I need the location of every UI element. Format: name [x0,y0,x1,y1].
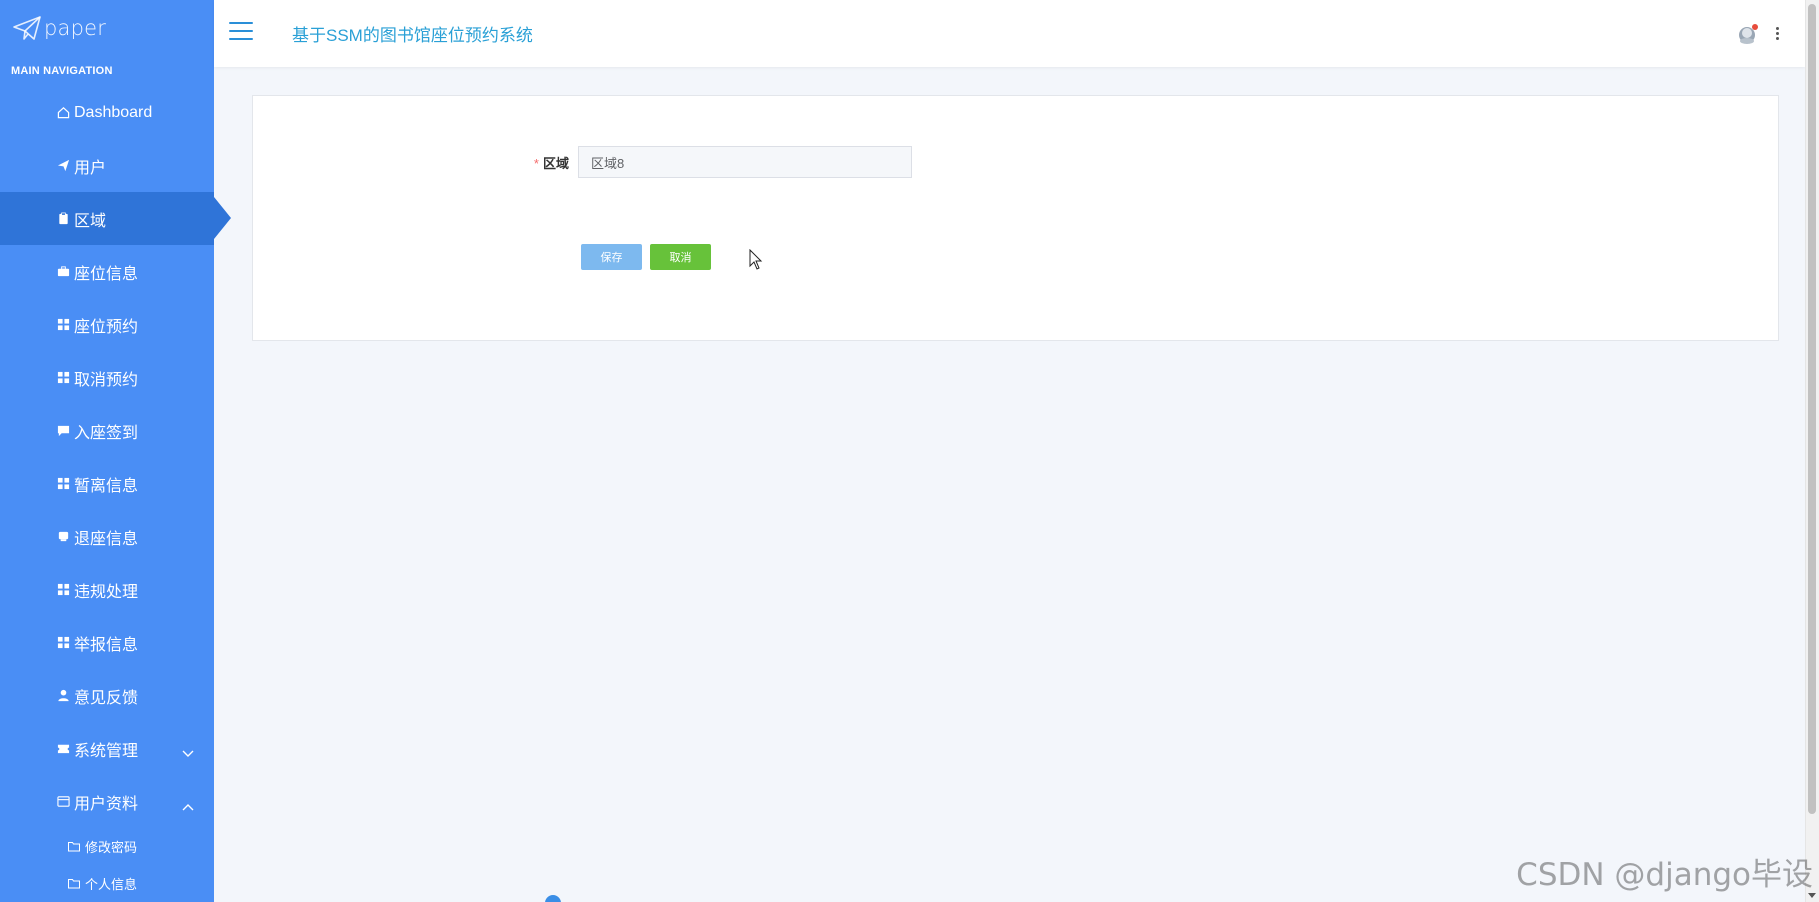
sidebar-item-label: 举报信息 [74,636,139,654]
sidebar-subitem-2[interactable]: 个人信息 [0,865,214,902]
sidebar-item-10[interactable]: 违规处理 [0,563,214,616]
save-button[interactable]: 保存 [581,244,642,270]
page-title: 基于SSM的图书馆座位预约系统 [292,26,533,45]
sidebar-item-label: 违规处理 [74,583,139,601]
top-bar: 基于SSM的图书馆座位预约系统 [214,0,1805,67]
sidebar-item-label: 退座信息 [74,530,139,548]
sidebar: paper MAIN NAVIGATION Dashboard 用户区域座位信息座… [0,0,231,902]
ticket-icon [56,742,70,756]
area-field-label: * 区域 [533,156,569,171]
mouse-cursor-icon [749,249,763,270]
sidebar-subitem-label: 修改密码 [85,840,138,855]
avatar[interactable] [1736,22,1760,46]
more-options-icon[interactable] [1776,27,1780,41]
sidebar-item-3[interactable]: 区域 [0,192,231,245]
sidebar-subitem-1[interactable]: 修改密码 [0,828,214,865]
brand-logo[interactable]: paper [0,0,214,56]
floating-indicator [545,895,561,902]
comment-icon [56,424,70,438]
send-icon [56,159,70,173]
form-card: *区域 保存 取消 [252,95,1779,341]
watermark: CSDN @django毕设 [1516,857,1813,893]
nav-list: Dashboard 用户区域座位信息座位预约取消预约入座签到暂离信息退座信息违规处… [0,86,231,902]
brand-name: paper [44,16,107,40]
sidebar-item-1[interactable]: Dashboard [0,86,214,139]
briefcase-icon [56,265,70,279]
sidebar-item-label: 座位预约 [74,318,139,336]
sidebar-item-label: 用户资料 [74,795,139,813]
sidebar-item-7[interactable]: 入座签到 [0,404,214,457]
sidebar-item-4[interactable]: 座位信息 [0,245,214,298]
grid-icon [56,636,70,650]
sidebar-item-label: Dashboard [74,103,153,121]
sidebar-item-label: 区域 [74,212,107,230]
sidebar-item-12[interactable]: 意见反馈 [0,669,214,722]
grid-icon [56,477,70,491]
sidebar-item-9[interactable]: 退座信息 [0,510,214,563]
area-input[interactable] [578,146,912,178]
form-row-area: * 区域 [253,146,1778,178]
sidebar-item-14[interactable]: 用户资料 [0,775,214,828]
folder-icon [68,878,81,890]
scrollbar[interactable] [1805,0,1819,902]
sidebar-item-label: 意见反馈 [74,689,139,707]
required-mark: * [533,156,539,171]
folder-icon [68,841,81,853]
chevron-up-icon [182,798,194,810]
scroll-thumb[interactable] [1808,4,1816,814]
sidebar-item-label: 座位信息 [74,265,139,283]
sidebar-item-8[interactable]: 暂离信息 [0,457,214,510]
sidebar-item-11[interactable]: 举报信息 [0,616,214,669]
sidebar-item-label: 暂离信息 [74,477,139,495]
sidebar-item-label: 入座签到 [74,424,139,442]
user-icon [56,689,70,703]
cancel-button[interactable]: 取消 [650,244,711,270]
sidebar-item-label: 用户 [74,159,107,177]
nav-heading: MAIN NAVIGATION [11,65,113,77]
sidebar-item-label: 取消预约 [74,371,139,389]
sidebar-item-2[interactable]: 用户 [0,139,214,192]
home-icon [56,106,70,120]
grid-icon [56,371,70,385]
sidebar-item-5[interactable]: 座位预约 [0,298,214,351]
sidebar-subitem-label: 个人信息 [85,877,138,892]
chevron-down-icon [182,745,194,757]
card-icon [56,530,70,544]
grid-icon [56,318,70,332]
menu-toggle-icon[interactable] [229,22,253,42]
clipboard-icon [56,212,70,226]
sidebar-item-13[interactable]: 系统管理 [0,722,214,775]
sidebar-item-label: 系统管理 [74,742,139,760]
profile-card-icon [56,795,70,809]
paper-plane-icon [13,16,41,40]
sidebar-item-6[interactable]: 取消预约 [0,351,214,404]
grid-icon [56,583,70,597]
